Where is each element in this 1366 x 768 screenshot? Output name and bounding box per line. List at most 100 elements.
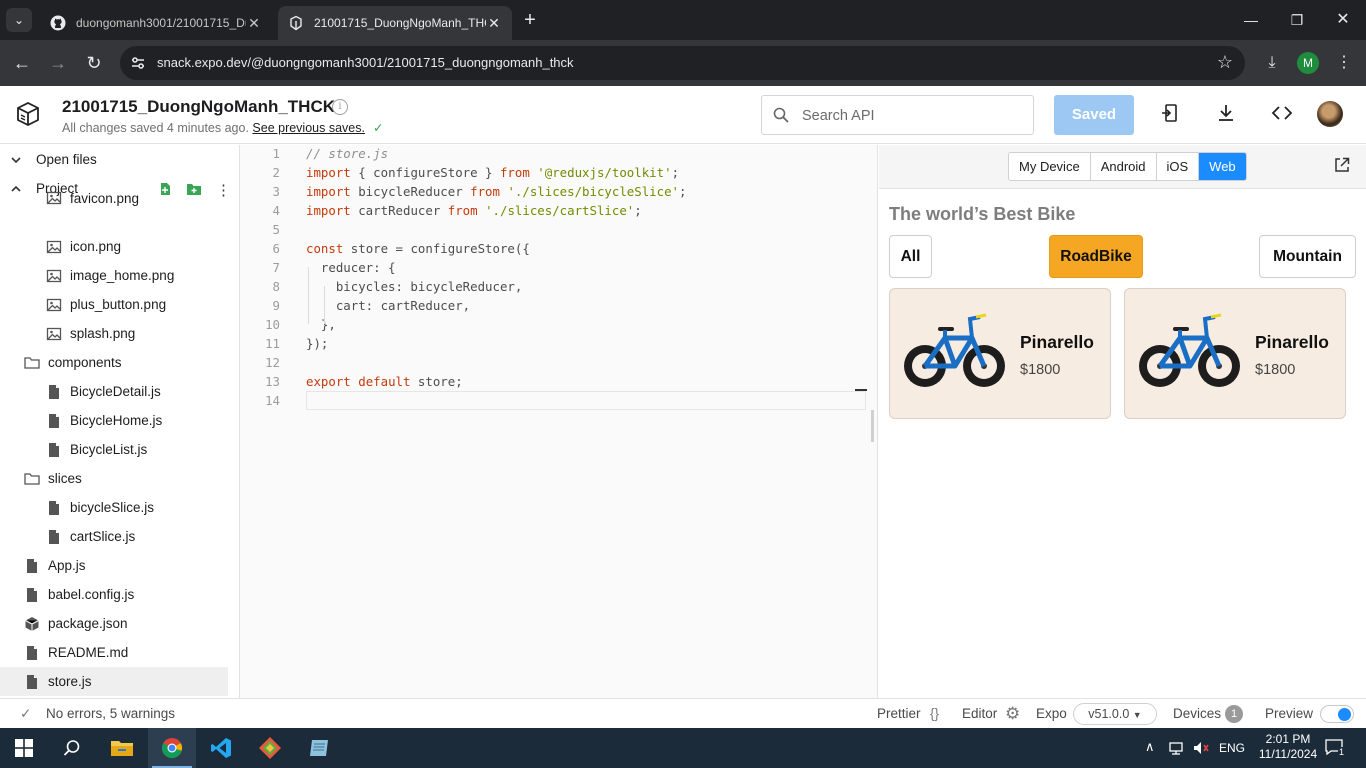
search-input[interactable] <box>802 106 1022 126</box>
toggle-knob <box>1338 708 1351 721</box>
file-readme-md[interactable]: README.md <box>0 638 228 667</box>
restore-icon[interactable]: ❐ <box>1274 0 1320 40</box>
braces-icon[interactable]: {} <box>930 706 939 721</box>
saved-button[interactable]: Saved <box>1054 95 1134 135</box>
github-icon <box>50 15 66 31</box>
close-tab-icon[interactable]: ✕ <box>246 15 262 32</box>
windows-taskbar: ∧ ENG 2:01 PM 11/11/2024 1 <box>0 728 1366 768</box>
bookmark-star-icon[interactable]: ☆ <box>1217 52 1233 73</box>
back-icon[interactable]: ← <box>8 49 36 77</box>
gear-icon[interactable]: ⚙ <box>1005 704 1020 724</box>
chrome-icon[interactable] <box>148 728 196 768</box>
address-bar[interactable]: snack.expo.dev/@duongngomanh3001/2100171… <box>120 46 1245 80</box>
volume-muted-icon[interactable] <box>1192 740 1210 756</box>
code-text: // store.js <box>306 144 388 163</box>
code-token: }); <box>306 336 329 351</box>
product-card[interactable]: Pinarello $1800 <box>889 288 1111 419</box>
info-icon[interactable]: i <box>332 99 348 115</box>
preview-toggle[interactable] <box>1320 705 1354 723</box>
file-bicyclehome-js[interactable]: BicycleHome.js <box>0 406 228 435</box>
folder-slices[interactable]: slices <box>0 464 228 493</box>
code-token: reducer: { <box>306 260 396 275</box>
close-tab-icon[interactable]: ✕ <box>486 15 502 32</box>
reload-icon[interactable]: ↻ <box>80 49 108 77</box>
file-favicon-png[interactable]: favicon.png <box>0 190 228 206</box>
file-name: package.json <box>48 616 128 631</box>
code-text: }); <box>306 334 328 353</box>
notepad-app-icon[interactable] <box>295 728 343 768</box>
editor-label[interactable]: Editor <box>962 706 997 721</box>
previous-saves-link[interactable]: See previous saves. <box>252 121 365 135</box>
folder-components[interactable]: components <box>0 348 228 377</box>
category-mountain[interactable]: Mountain <box>1259 235 1356 278</box>
code-line: 11}); <box>240 334 866 353</box>
forward-icon[interactable]: → <box>44 49 72 77</box>
profile-avatar[interactable]: M <box>1297 52 1319 74</box>
devices-label[interactable]: Devices <box>1173 706 1221 721</box>
product-card[interactable]: Pinarello $1800 <box>1124 288 1346 419</box>
devices-count-badge: 1 <box>1225 705 1243 723</box>
platform-web[interactable]: Web <box>1199 153 1246 180</box>
windows-start-icon[interactable] <box>0 728 48 768</box>
open-external-icon[interactable] <box>1334 157 1350 173</box>
code-token: { configureStore } <box>350 165 500 180</box>
file-icon <box>49 384 59 399</box>
tab-search-button[interactable]: ⌄ <box>6 8 32 32</box>
file-bicyclelist-js[interactable]: BicycleList.js <box>0 435 228 464</box>
platform-ios[interactable]: iOS <box>1157 153 1200 180</box>
file-bicycledetail-js[interactable]: BicycleDetail.js <box>0 377 228 406</box>
downloads-icon[interactable]: ⤓ <box>1258 49 1286 77</box>
vscode-icon[interactable] <box>197 728 245 768</box>
code-token: default <box>358 374 411 389</box>
git-client-icon[interactable] <box>246 728 294 768</box>
file-store-js[interactable]: store.js <box>0 667 228 696</box>
panel-resize-handle[interactable] <box>871 410 874 442</box>
search-taskbar-icon[interactable] <box>48 728 96 768</box>
file-image-home-png[interactable]: image_home.png <box>0 261 228 290</box>
platform-android[interactable]: Android <box>1091 153 1157 180</box>
file-app-js[interactable]: App.js <box>0 551 228 580</box>
show-hidden-icons-icon[interactable]: ∧ <box>1145 739 1155 755</box>
embed-code-icon[interactable] <box>1270 103 1294 127</box>
problems-status[interactable]: No errors, 5 warnings <box>46 706 175 721</box>
file-name: plus_button.png <box>70 297 167 312</box>
site-info-icon[interactable] <box>130 55 146 71</box>
sdk-version-select[interactable]: v51.0.0 ▼ <box>1073 703 1157 725</box>
platform-my-device[interactable]: My Device <box>1009 153 1091 180</box>
browser-tab[interactable]: duongomanh3001/21001715_Du ✕ <box>40 6 272 40</box>
category-roadbike[interactable]: RoadBike <box>1049 235 1143 278</box>
code-editor[interactable]: 1 // store.js 2 import { configureStore } f… <box>240 145 878 698</box>
project-title[interactable]: 21001715_DuongNgoManh_THCK <box>62 97 335 117</box>
file-babel-config-js[interactable]: babel.config.js <box>0 580 228 609</box>
code-text: export default store; <box>306 372 463 391</box>
file-explorer-icon[interactable] <box>98 728 146 768</box>
file-cartslice-js[interactable]: cartSlice.js <box>0 522 228 551</box>
minimize-icon[interactable]: — <box>1228 0 1274 40</box>
snack-logo-icon[interactable] <box>14 100 42 128</box>
category-all[interactable]: All <box>889 235 932 278</box>
browser-tab-active[interactable]: 21001715_DuongNgoManh_THCK ✕ <box>278 6 512 40</box>
prettier-label[interactable]: Prettier <box>877 706 921 721</box>
download-icon[interactable] <box>1214 103 1238 127</box>
file-name: App.js <box>48 558 86 573</box>
clock-date: 11/11/2024 <box>1258 747 1318 761</box>
close-window-icon[interactable]: ✕ <box>1320 0 1366 40</box>
file-splash-png[interactable]: splash.png <box>0 319 228 348</box>
file-package-json[interactable]: package.json <box>0 609 228 638</box>
new-tab-button[interactable]: + <box>518 9 542 33</box>
indent-guide <box>308 267 309 324</box>
file-icon-png[interactable]: icon.png <box>0 232 228 261</box>
search-api-box[interactable] <box>761 95 1034 135</box>
file-plus-button-png[interactable]: plus_button.png <box>0 290 228 319</box>
user-avatar[interactable] <box>1317 101 1343 127</box>
clock[interactable]: 2:01 PM 11/11/2024 <box>1257 732 1319 762</box>
network-icon[interactable] <box>1168 740 1184 756</box>
code-token: from <box>447 203 478 218</box>
open-in-device-icon[interactable] <box>1158 103 1182 127</box>
file-name: bicycleSlice.js <box>70 500 155 515</box>
file-bicycleslice-js[interactable]: bicycleSlice.js <box>0 493 228 522</box>
open-files-section[interactable]: Open files <box>0 145 228 174</box>
language-indicator[interactable]: ENG <box>1219 741 1245 755</box>
notification-center-icon[interactable]: 1 <box>1325 739 1346 757</box>
browser-menu-icon[interactable]: ⋮ <box>1330 49 1358 77</box>
